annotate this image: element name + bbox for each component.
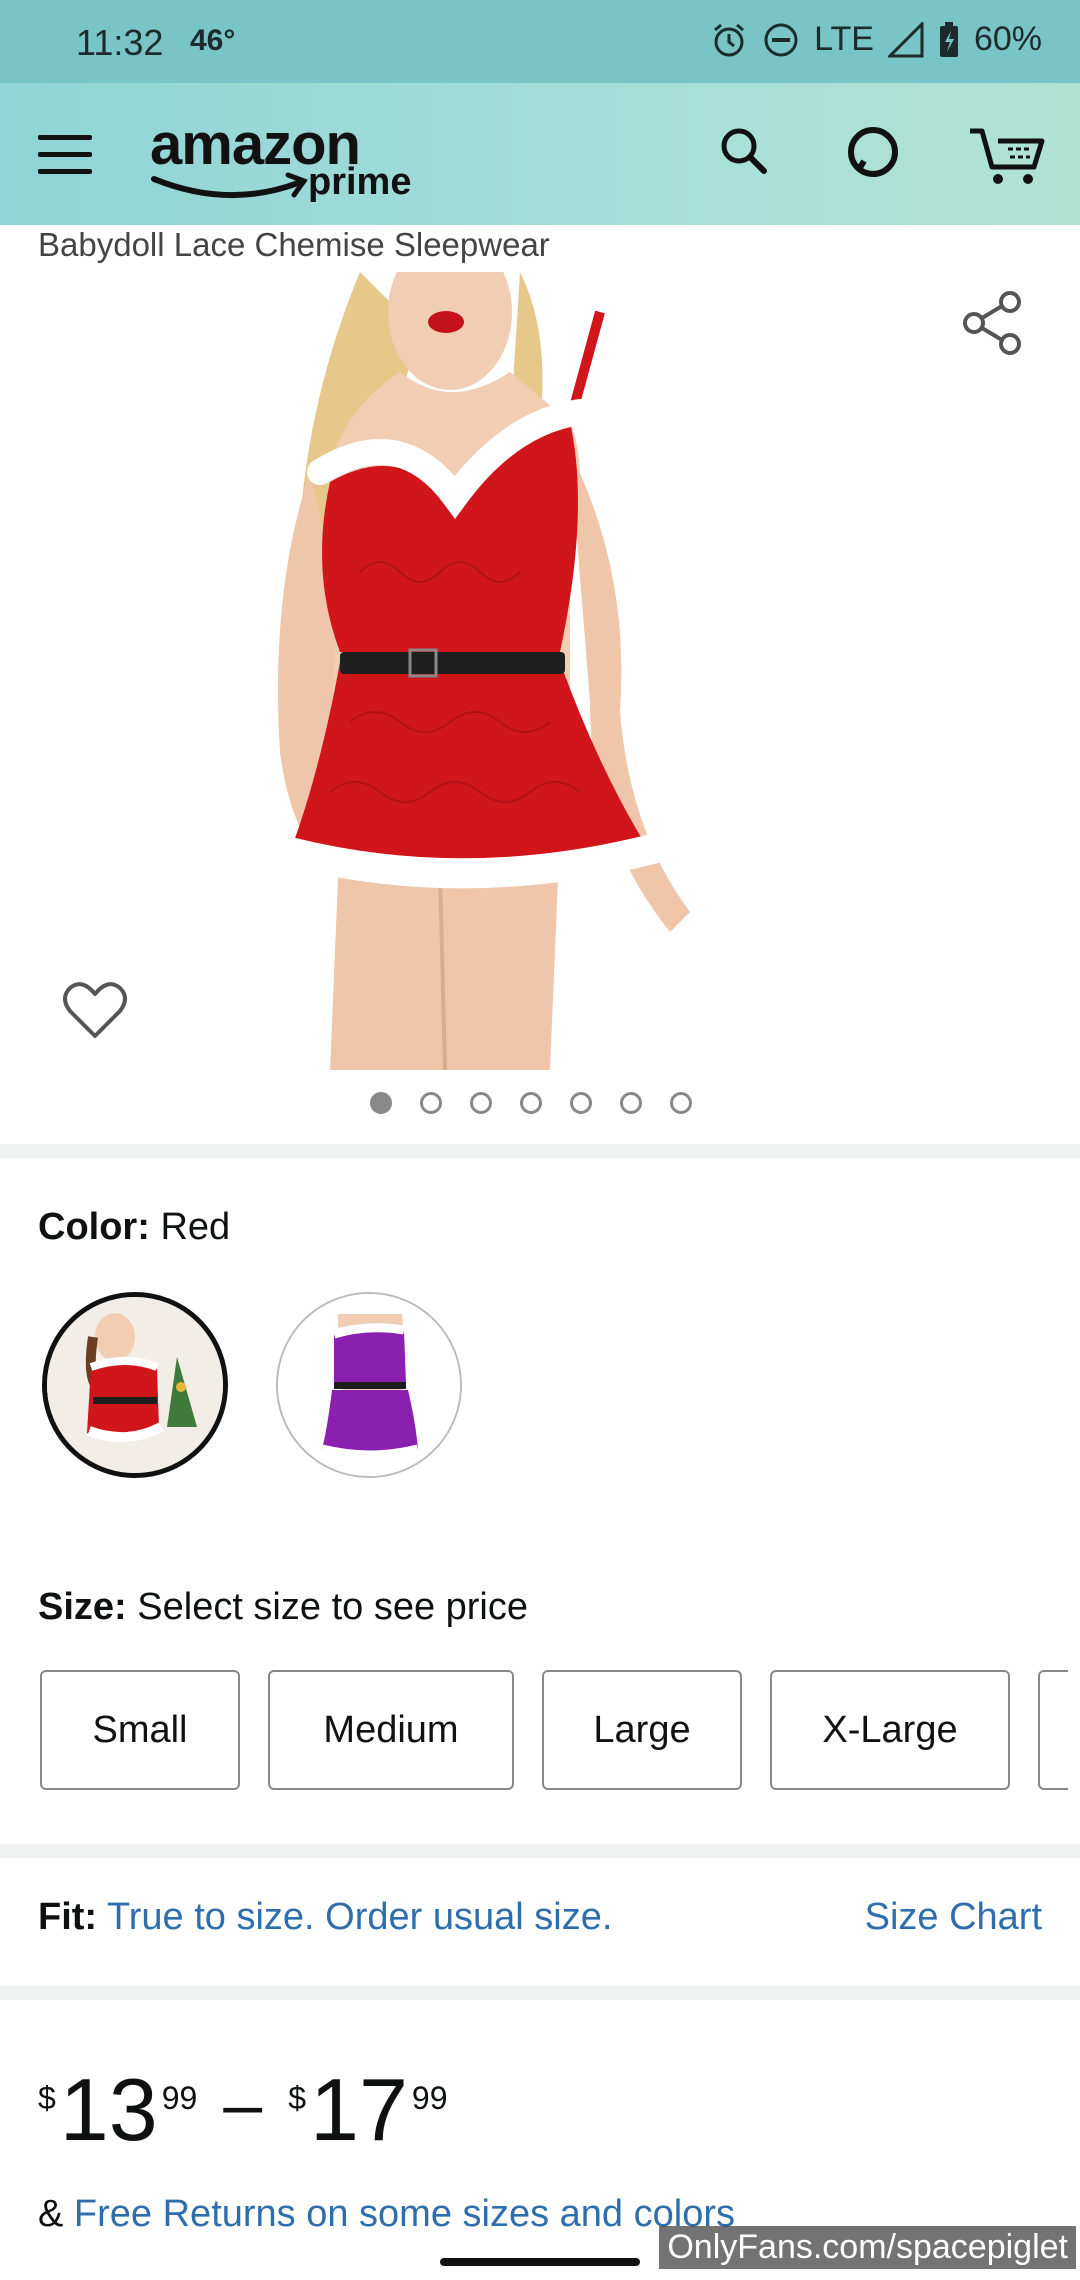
carousel-dot[interactable]	[470, 1092, 492, 1114]
price-high-whole: 17	[310, 2060, 408, 2159]
price-high-currency: $	[288, 2080, 307, 2116]
swatch-purple-image	[278, 1294, 460, 1476]
carousel-dot[interactable]	[670, 1092, 692, 1114]
section-divider	[0, 1144, 1080, 1158]
alarm-icon	[714, 23, 745, 56]
free-returns-link[interactable]: Free Returns on some sizes and colors	[74, 2193, 735, 2235]
size-label-row: Size: Select size to see price	[38, 1586, 528, 1629]
app-header: amazon prime	[0, 83, 1080, 225]
watermark: OnlyFans.com/spacepiglet	[659, 2226, 1076, 2269]
signal-icon	[887, 21, 924, 57]
color-label: Color:	[38, 1206, 150, 1248]
section-divider	[0, 1986, 1080, 2000]
size-button-medium[interactable]: Medium	[268, 1670, 514, 1790]
product-image[interactable]	[270, 272, 800, 1070]
carousel-dot[interactable]	[370, 1092, 392, 1114]
size-label: Size:	[38, 1586, 127, 1628]
status-temperature: 46°	[190, 24, 236, 57]
status-bar: 11:32 46° LTE 60%	[0, 0, 1080, 83]
fit-info-link[interactable]: True to size. Order usual size.	[107, 1896, 612, 1938]
size-chart-link[interactable]: Size Chart	[865, 1896, 1042, 1939]
swatch-red-image	[47, 1297, 223, 1473]
price-low-currency: $	[38, 2080, 56, 2116]
menu-icon[interactable]	[38, 135, 92, 175]
color-swatch-red[interactable]	[42, 1292, 228, 1478]
size-button-more[interactable]	[1038, 1670, 1068, 1790]
battery-icon	[939, 21, 958, 57]
returns-prefix: &	[38, 2193, 64, 2235]
carousel-dot[interactable]	[570, 1092, 592, 1114]
color-label-row: Color: Red	[38, 1206, 230, 1249]
price-low-fraction: 99	[161, 2080, 198, 2116]
product-title: Babydoll Lace Chemise Sleepwear	[38, 226, 550, 263]
carousel-dot[interactable]	[620, 1092, 642, 1114]
price-high-fraction: 99	[411, 2080, 448, 2116]
battery-percent: 60%	[973, 20, 1042, 58]
share-icon[interactable]	[962, 290, 1024, 356]
color-swatch-purple[interactable]	[276, 1292, 462, 1478]
cart-icon[interactable]	[968, 123, 1048, 187]
home-gesture-bar[interactable]	[440, 2258, 640, 2266]
price-range: $ 13 99 – $ 17 99	[38, 2066, 448, 2154]
search-icon[interactable]	[716, 123, 772, 179]
do-not-disturb-icon	[764, 23, 798, 56]
carousel-dot[interactable]	[520, 1092, 542, 1114]
smile-arrow-icon	[151, 172, 308, 199]
alexa-icon[interactable]	[844, 123, 902, 181]
price-separator: –	[223, 2065, 263, 2143]
image-carousel-dots[interactable]	[370, 1092, 692, 1114]
status-icons: LTE 60%	[710, 20, 1042, 59]
network-type: LTE	[814, 20, 874, 58]
size-button-x-large[interactable]: X-Large	[770, 1670, 1010, 1790]
fit-row: Fit: True to size. Order usual size. Siz…	[38, 1896, 1042, 1939]
carousel-dot[interactable]	[420, 1092, 442, 1114]
price-low-whole: 13	[59, 2060, 158, 2159]
amazon-prime-logo[interactable]: amazon prime	[148, 111, 448, 211]
status-time: 11:32	[76, 22, 164, 63]
section-divider	[0, 1844, 1080, 1858]
size-options: Small Medium Large X-Large	[40, 1670, 1068, 1790]
fit-label: Fit:	[38, 1896, 98, 1938]
size-prompt: Select size to see price	[137, 1586, 529, 1628]
logo-prime-text: prime	[308, 161, 412, 203]
wishlist-heart-icon[interactable]	[62, 980, 128, 1040]
color-value: Red	[160, 1206, 231, 1248]
returns-row: & Free Returns on some sizes and colors	[38, 2193, 735, 2236]
size-button-large[interactable]: Large	[542, 1670, 742, 1790]
size-button-small[interactable]: Small	[40, 1670, 240, 1790]
